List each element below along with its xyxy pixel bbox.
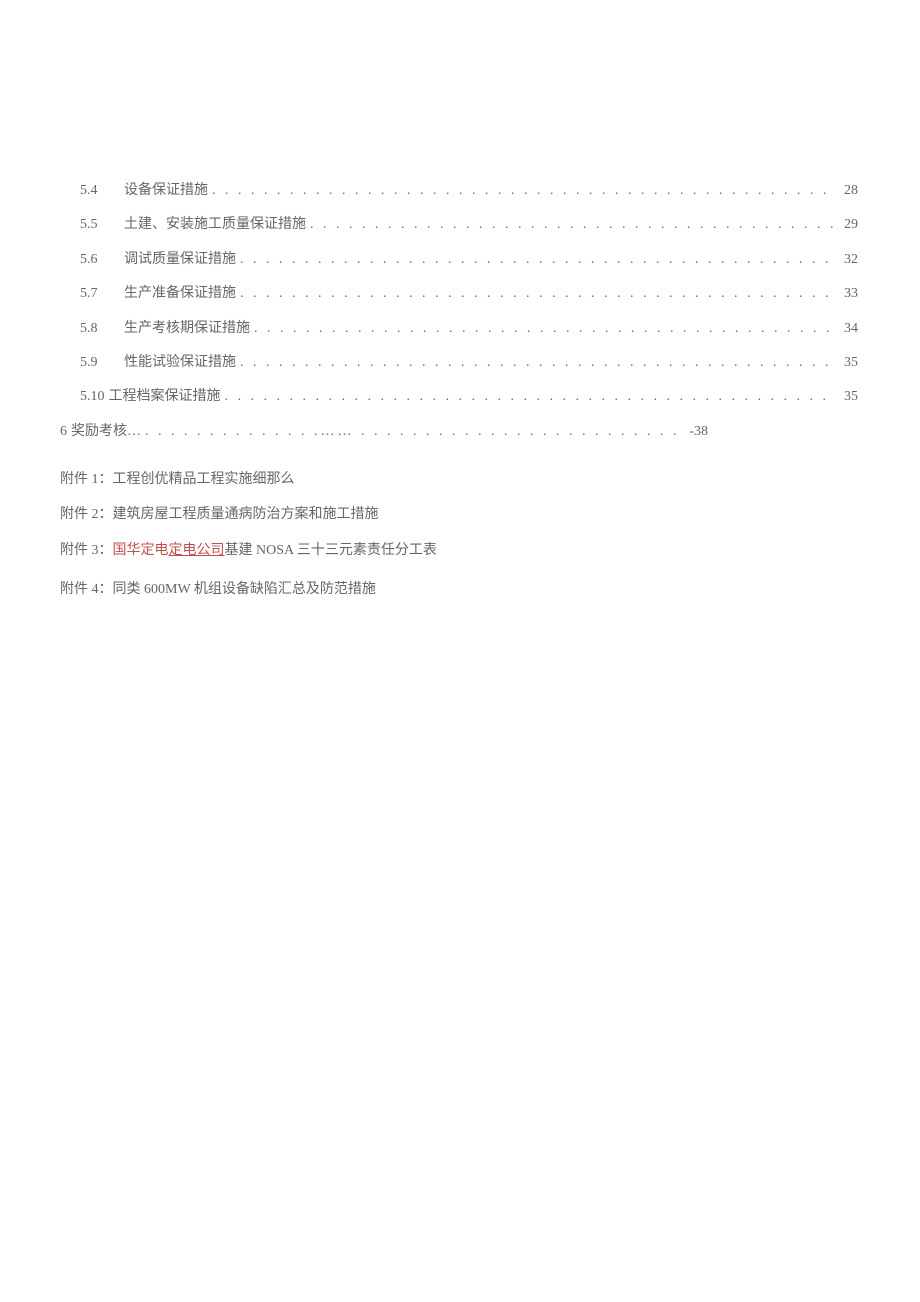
toc-title: 生产考核期保证措施 <box>124 318 250 340</box>
toc-page: -38 <box>689 421 710 443</box>
toc-page: 35 <box>840 386 860 408</box>
appendix-label: 附件 3： <box>60 543 113 558</box>
toc-title: 土建、安装施工质量保证措施 <box>124 214 306 236</box>
toc-entry: 5.5 土建、安装施工质量保证措施 . . . . . . . . . . . … <box>60 214 860 236</box>
toc-page: 34 <box>840 318 860 340</box>
toc-dots: . . . . . . . . . . . . . . . . . . . . … <box>254 318 836 340</box>
appendix-text: 基建 NOSA 三十三元素责任分工表 <box>225 543 437 558</box>
toc-title: 生产准备保证措施 <box>124 283 236 305</box>
toc-page: 29 <box>840 214 860 236</box>
toc-number: 5.5 <box>80 214 108 236</box>
toc-entry: 5.8 生产考核期保证措施 . . . . . . . . . . . . . … <box>60 318 860 340</box>
appendix-1: 附件 1：工程创优精品工程实施细那么 <box>60 467 860 492</box>
toc-number: 5.10 <box>80 386 105 408</box>
appendix-label: 附件 1： <box>60 472 113 487</box>
toc-entry: 5.10 工程档案保证措施 . . . . . . . . . . . . . … <box>60 386 860 408</box>
toc-entry: 6 奖励考核… . . . . . . . . . . . . . .…… . … <box>60 421 860 443</box>
toc-title: 调试质量保证措施 <box>124 249 236 271</box>
appendix-2: 附件 2：建筑房屋工程质量通病防治方案和施工措施 <box>60 502 860 527</box>
toc-number: 5.6 <box>80 249 108 271</box>
appendix-section: 附件 1：工程创优精品工程实施细那么 附件 2：建筑房屋工程质量通病防治方案和施… <box>60 467 860 602</box>
toc-number: 5.8 <box>80 318 108 340</box>
appendix-3: 附件 3：国华定电定电公司基建 NOSA 三十三元素责任分工表 <box>60 538 860 563</box>
appendix-label: 附件 2： <box>60 507 113 522</box>
appendix-text: 工程创优精品工程实施细那么 <box>113 472 295 487</box>
toc-dots: . . . . . . . . . . . . . . . . . . . . … <box>240 352 836 374</box>
toc-dots: . . . . . . . . . . . . . . . . . . . . … <box>212 180 836 202</box>
toc-page: 33 <box>840 283 860 305</box>
toc-number: 5.9 <box>80 352 108 374</box>
toc-page: 35 <box>840 352 860 374</box>
appendix-text: 同类 600MW 机组设备缺陷汇总及防范措施 <box>113 582 376 597</box>
toc-number: 5.7 <box>80 283 108 305</box>
toc-dots: . . . . . . . . . . . . . . . . . . . . … <box>240 283 836 305</box>
toc-number: 5.4 <box>80 180 108 202</box>
toc-title: 设备保证措施 <box>124 180 208 202</box>
appendix-4: 附件 4：同类 600MW 机组设备缺陷汇总及防范措施 <box>60 577 860 602</box>
appendix-underline-text: 定电公司 <box>169 543 225 558</box>
toc-dots: . . . . . . . . . . . . . . . . . . . . … <box>225 386 837 408</box>
toc-dots: . . . . . . . . . . . . . . . . . . . . … <box>240 249 836 271</box>
toc-entry: 5.7 生产准备保证措施 . . . . . . . . . . . . . .… <box>60 283 860 305</box>
toc-container: 5.4 设备保证措施 . . . . . . . . . . . . . . .… <box>60 180 860 443</box>
toc-page: 32 <box>840 249 860 271</box>
toc-page: 28 <box>840 180 860 202</box>
toc-title: 工程档案保证措施 <box>109 386 221 408</box>
toc-dots: . . . . . . . . . . . . . .…… . . . . . … <box>145 421 685 443</box>
toc-title: 性能试验保证措施 <box>124 352 236 374</box>
toc-entry: 5.6 调试质量保证措施 . . . . . . . . . . . . . .… <box>60 249 860 271</box>
appendix-red-text: 国华定电 <box>113 543 169 558</box>
toc-dots: . . . . . . . . . . . . . . . . . . . . … <box>310 214 836 236</box>
toc-entry: 5.9 性能试验保证措施 . . . . . . . . . . . . . .… <box>60 352 860 374</box>
toc-title: 奖励考核… <box>71 421 141 443</box>
appendix-text: 建筑房屋工程质量通病防治方案和施工措施 <box>113 507 379 522</box>
toc-entry: 5.4 设备保证措施 . . . . . . . . . . . . . . .… <box>60 180 860 202</box>
appendix-label: 附件 4： <box>60 582 113 597</box>
toc-number: 6 <box>60 421 67 443</box>
